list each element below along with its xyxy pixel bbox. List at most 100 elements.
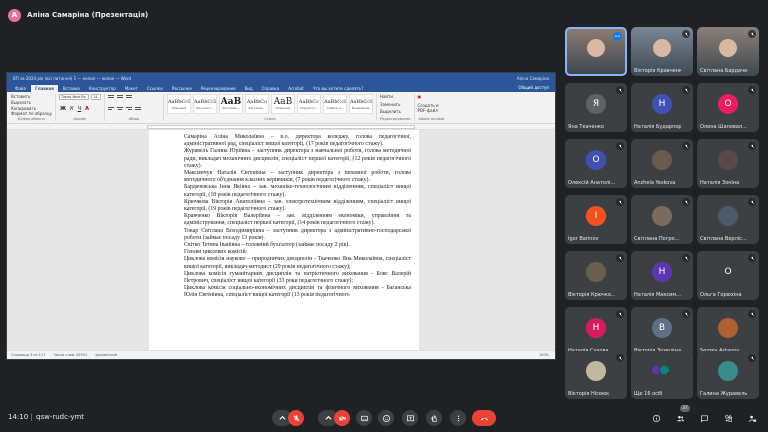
- participant-tile[interactable]: Світлана Верліс...: [697, 195, 759, 244]
- bold-button[interactable]: Ж: [59, 106, 67, 112]
- avatar: [718, 205, 738, 226]
- participant-tile[interactable]: Вікторія Нісеюк: [565, 351, 627, 399]
- style-item[interactable]: AaB Заголово...: [218, 94, 243, 114]
- participant-tile[interactable]: Вікторія Кравченко: [631, 27, 693, 76]
- tab-acrobat[interactable]: Acrobat: [284, 85, 307, 92]
- participant-name: Ще 16 осіб: [634, 391, 663, 397]
- raise-hand-button[interactable]: [426, 410, 442, 426]
- font-name-field[interactable]: Times New Ro: [58, 94, 89, 100]
- participant-tile[interactable]: Н Наталія Максим...: [631, 251, 693, 300]
- chat-button[interactable]: [698, 412, 710, 424]
- mic-off-icon: [616, 310, 624, 318]
- participant-tile[interactable]: Галина Журавель: [697, 351, 759, 399]
- participant-tile[interactable]: Наталія Зонїна: [697, 139, 759, 188]
- present-button[interactable]: [402, 410, 418, 426]
- avatar: О: [718, 261, 738, 282]
- activities-button[interactable]: [722, 412, 734, 424]
- cut-button[interactable]: Вырезать: [11, 100, 31, 105]
- language[interactable]: украинский: [95, 353, 117, 357]
- style-item[interactable]: AaBbCcI Выделение: [348, 94, 373, 114]
- tab-review[interactable]: Рецензирование: [197, 85, 240, 92]
- underline-button[interactable]: Ч: [77, 106, 82, 112]
- participant-tile[interactable]: О Ольга Горюхіна: [697, 251, 759, 300]
- style-item[interactable]: AaB Название: [270, 94, 295, 114]
- tab-insert[interactable]: Вставка: [59, 85, 84, 92]
- clipboard-group: Вставить Вырезать Копировать Формат по о…: [11, 94, 56, 121]
- tab-design[interactable]: Конструктор: [85, 85, 120, 92]
- avatar: [586, 361, 606, 382]
- participant-tile[interactable]: Я Яна Ткаченко: [565, 83, 627, 132]
- share-button[interactable]: Общий доступ: [518, 85, 549, 92]
- people-button[interactable]: [674, 412, 686, 424]
- tab-references[interactable]: Ссылки: [143, 85, 167, 92]
- style-sample: AaBbCo: [246, 99, 268, 105]
- italic-button[interactable]: К: [69, 106, 75, 112]
- word-count[interactable]: Число слов: 25931: [53, 353, 87, 357]
- participant-tile[interactable]: Світлана Бардачевська: [697, 27, 759, 76]
- replace-button[interactable]: Заменить: [380, 102, 400, 107]
- mic-toggle-button[interactable]: [288, 410, 304, 426]
- copy-button[interactable]: Копировать: [11, 106, 36, 111]
- meeting-code: qsw-rudc-ymt: [36, 413, 85, 421]
- participant-tile[interactable]: ••: [565, 27, 627, 76]
- font-color-button[interactable]: А: [84, 106, 90, 112]
- align-icons[interactable]: [107, 106, 148, 112]
- document-paragraph: Циклова комісія соціально-економічних ди…: [184, 285, 411, 299]
- style-name: Обычный: [171, 106, 187, 110]
- participant-tile[interactable]: Н Наталія Бударпор...: [631, 83, 693, 132]
- find-button[interactable]: Найти: [380, 94, 393, 99]
- document-area[interactable]: Самаріна Аліна Миколаївна – в.о. директо…: [7, 130, 555, 351]
- tab-layout[interactable]: Макет: [121, 85, 142, 92]
- participant-name: Наталія Максим...: [634, 292, 681, 298]
- pdf-icon[interactable]: ▣: [418, 94, 422, 99]
- style-item[interactable]: AaBbCc Подзагол...: [296, 94, 321, 114]
- participant-tile[interactable]: О Олексій Анатолі...: [565, 139, 627, 188]
- camera-toggle-button[interactable]: [334, 410, 350, 426]
- participant-tile[interactable]: Anzhela Yeskova: [631, 139, 693, 188]
- document-paragraph: Циклова комісія гуманітарних дисциплін т…: [184, 270, 411, 285]
- participant-tile[interactable]: О Олена Шаповал...: [697, 83, 759, 132]
- mic-off-icon: [616, 354, 624, 362]
- document-page[interactable]: Самаріна Аліна Миколаївна – в.о. директо…: [149, 130, 419, 351]
- tab-file[interactable]: Файл: [11, 85, 30, 92]
- participant-tile[interactable]: I Igor Barinov: [565, 195, 627, 244]
- select-button[interactable]: Выделить: [380, 109, 401, 114]
- participant-tile[interactable]: Ще 16 осіб: [631, 351, 693, 399]
- captions-button[interactable]: [356, 410, 372, 426]
- style-item[interactable]: AaBbCcI Слабое в...: [322, 94, 347, 114]
- acrobat-group: ▣ Создать и PDF-файл Adobe Acrobat: [418, 94, 449, 121]
- paste-button[interactable]: Вставить: [11, 94, 30, 99]
- tab-mailings[interactable]: Рассылки: [168, 85, 196, 92]
- emoji-button[interactable]: [378, 410, 394, 426]
- participant-tile[interactable]: Вікторія Крючко...: [565, 251, 627, 300]
- tell-me-search[interactable]: Что вы хотите сделать?: [309, 85, 368, 92]
- create-pdf-button[interactable]: Создать и PDF-файл: [418, 103, 446, 113]
- participant-name: Світлана Бардачевська: [700, 68, 747, 74]
- zoom-level[interactable]: 100%: [539, 353, 549, 357]
- style-item[interactable]: AaBbCcI Без инте...: [192, 94, 217, 114]
- style-item[interactable]: AaBbCo Заголово...: [244, 94, 269, 114]
- list-icons[interactable]: [107, 94, 148, 100]
- leave-call-button[interactable]: [472, 410, 496, 426]
- participant-tile[interactable]: Світлана Погро...: [631, 195, 693, 244]
- avatar: О: [718, 93, 738, 114]
- more-options-button[interactable]: [450, 410, 466, 426]
- font-size-field[interactable]: 14: [90, 94, 101, 100]
- participant-tile[interactable]: ННаталія Сухова: [565, 307, 627, 356]
- presenter-name: Аліна Самаріна (Презентація): [27, 11, 149, 19]
- tab-help[interactable]: Справка: [258, 85, 284, 92]
- tab-home[interactable]: Главная: [31, 85, 58, 92]
- avatar: [652, 205, 672, 226]
- tab-view[interactable]: Вид: [241, 85, 257, 92]
- format-painter-button[interactable]: Формат по образцу: [11, 111, 52, 116]
- style-item[interactable]: AaBbCcI Обычный: [166, 94, 191, 114]
- host-controls-button[interactable]: [746, 412, 758, 424]
- emoji-icon: [382, 414, 390, 422]
- avatar: В: [652, 317, 672, 338]
- mic-off-icon: [616, 198, 624, 206]
- participant-tile[interactable]: Sergey Astapov: [697, 307, 759, 356]
- participant-tile[interactable]: ВВікторія Зозюліна: [631, 307, 693, 356]
- mic-off-icon: [616, 86, 624, 94]
- info-button[interactable]: [650, 412, 662, 424]
- captions-icon: [360, 415, 368, 421]
